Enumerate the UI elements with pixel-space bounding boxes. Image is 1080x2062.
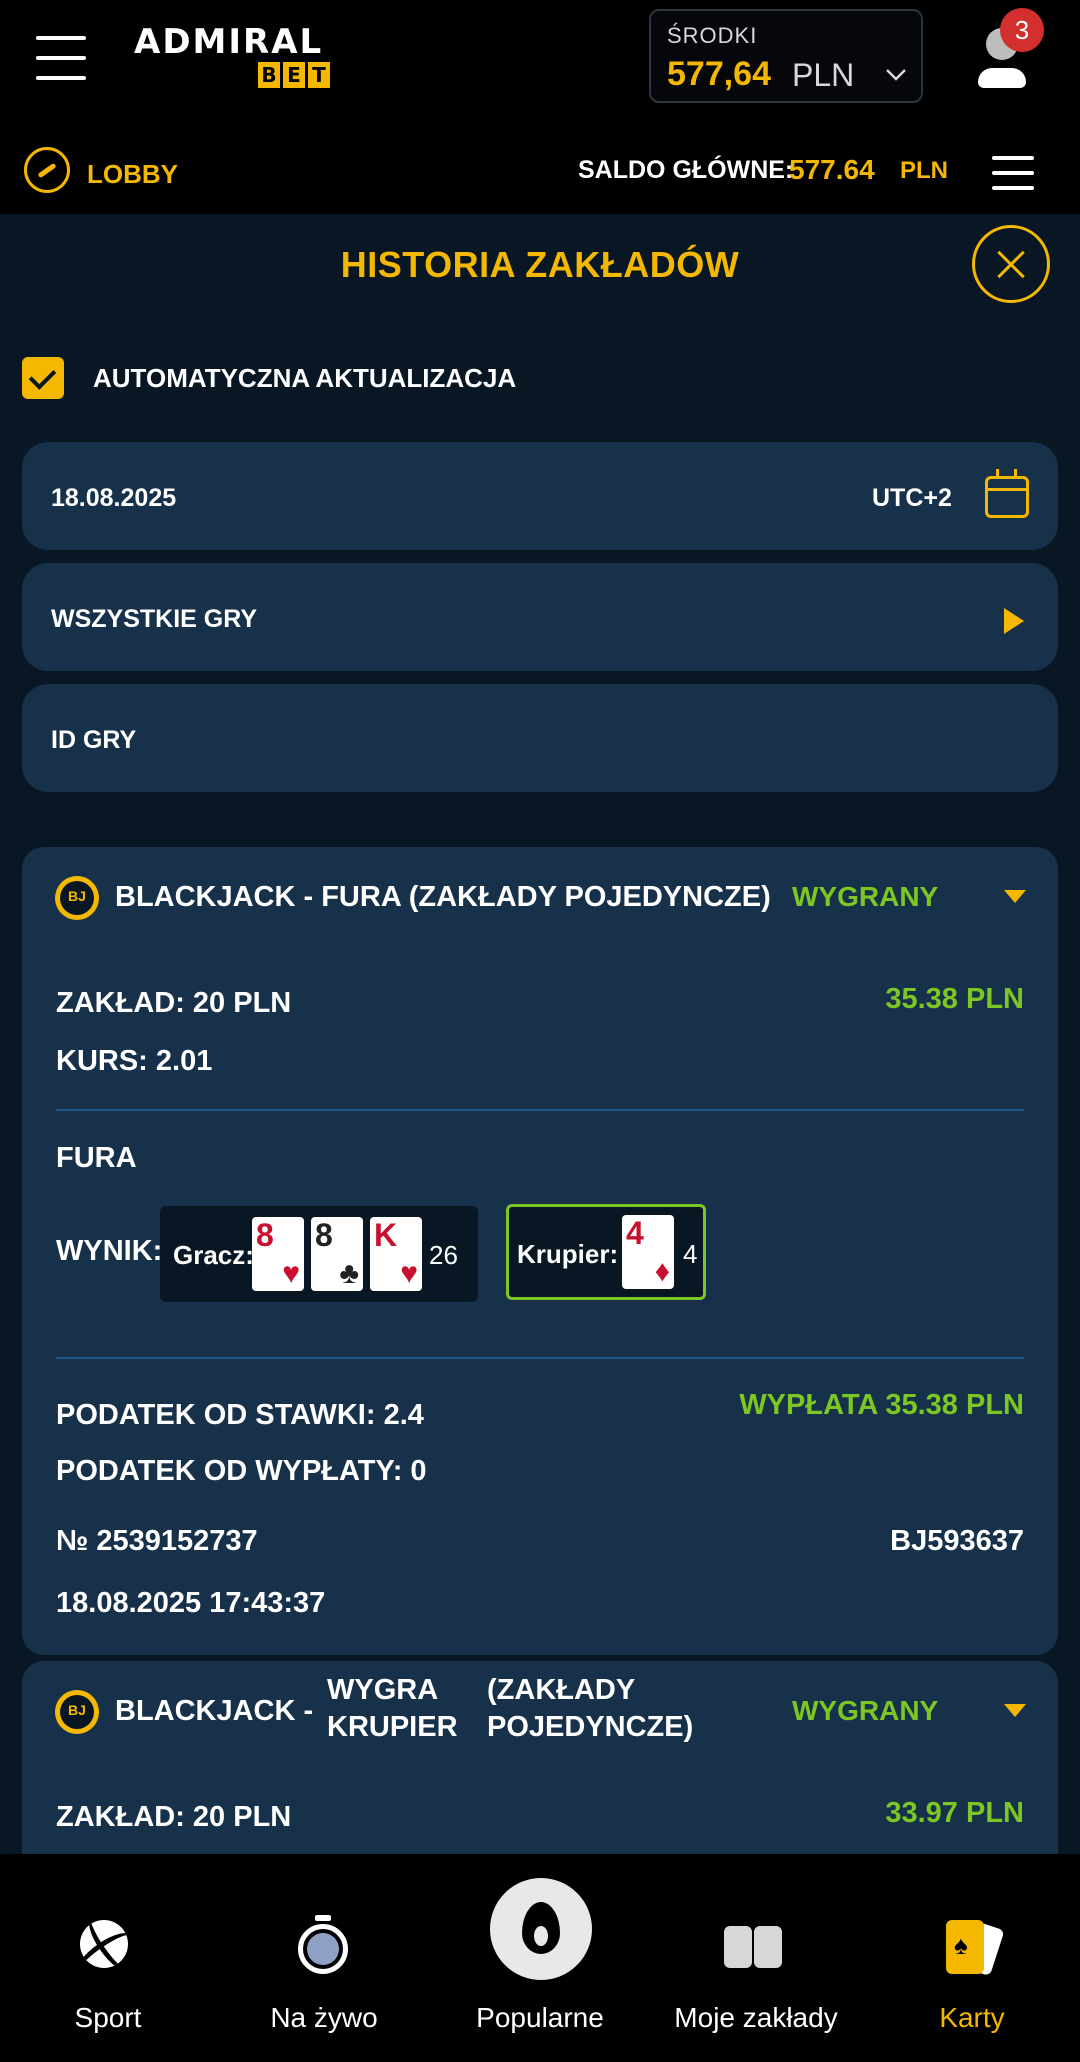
playing-card: 8 ♣ <box>311 1217 363 1291</box>
sport-ball-icon <box>80 1920 128 1968</box>
stopwatch-icon <box>298 1915 348 1974</box>
timezone-label: UTC+2 <box>872 484 952 512</box>
win-amount: 35.38 PLN <box>885 983 1024 1015</box>
tax-stake: PODATEK OD STAWKI: 2.4 <box>56 1399 424 1431</box>
bet-card: BJ BLACKJACK - WYGRA KRUPIER (ZAKŁADY PO… <box>22 1661 1058 1881</box>
nav-label: Popularne <box>476 2002 604 2033</box>
bet-title: BLACKJACK - FURA (ZAKŁADY POJEDYNCZE) <box>115 881 771 913</box>
bet-title-mode-line1: (ZAKŁADY <box>487 1674 636 1706</box>
main-menu-icon[interactable] <box>36 36 86 80</box>
calendar-icon[interactable] <box>985 469 1029 518</box>
round-id: BJ593637 <box>890 1525 1024 1557</box>
bet-title-type-line1: WYGRA <box>327 1674 439 1706</box>
saldo-value: 577.64 <box>789 154 875 185</box>
auto-update-checkbox[interactable] <box>22 357 64 399</box>
ticket-number: № 2539152737 <box>56 1525 258 1557</box>
game-header: LOBBY SALDO GŁÓWNE: 577.64 PLN <box>0 118 1080 214</box>
lobby-icon[interactable] <box>24 147 70 193</box>
nav-live[interactable]: Na żywo <box>216 1854 432 2062</box>
player-label: Gracz: <box>173 1240 254 1270</box>
stake: ZAKŁAD: 20 PLN <box>56 987 292 1019</box>
nav-label: Na żywo <box>270 2002 378 2033</box>
bet-title-mode-line2: POJEDYNCZE) <box>487 1711 694 1743</box>
arrow-right-icon <box>1004 608 1024 634</box>
bet-title-game: BLACKJACK - <box>115 1695 314 1727</box>
lobby-link[interactable]: LOBBY <box>87 159 178 190</box>
flame-icon <box>490 1878 592 1980</box>
logo-text: ADMIRAL <box>134 22 324 62</box>
date-picker-field[interactable]: 18.08.2025 UTC+2 <box>22 442 1058 550</box>
caret-down-icon[interactable] <box>1004 1704 1026 1717</box>
nav-my-bets[interactable]: Moje zakłady <box>648 1854 864 2062</box>
chevron-down-icon <box>886 69 906 81</box>
nav-sport[interactable]: Sport <box>0 1854 216 2062</box>
nav-popular[interactable]: Popularne <box>432 1854 648 2062</box>
player-total: 26 <box>429 1240 458 1270</box>
nav-label: Karty <box>939 2002 1005 2033</box>
nav-cards[interactable]: Karty <box>864 1854 1080 2062</box>
funds-label: ŚRODKI <box>667 23 758 48</box>
dealer-hand: Krupier: 4 ♦ 4 <box>506 1204 706 1300</box>
game-menu-icon[interactable] <box>992 156 1034 190</box>
funds-dropdown[interactable]: ŚRODKI 577,64 PLN <box>649 9 923 103</box>
dealer-label: Krupier: <box>517 1239 619 1269</box>
divider <box>56 1357 1024 1359</box>
result-label: WYNIK: <box>56 1235 163 1267</box>
notification-badge[interactable]: 3 <box>1000 8 1044 52</box>
bet-type: FURA <box>56 1142 137 1174</box>
cards-icon <box>942 1919 1005 1977</box>
payout-amount: WYPŁATA 35.38 PLN <box>739 1389 1024 1421</box>
divider <box>56 1109 1024 1111</box>
playing-card: 4 ♦ <box>622 1215 674 1289</box>
close-button[interactable] <box>972 225 1050 303</box>
game-id-placeholder: ID GRY <box>51 726 137 754</box>
bet-timestamp: 18.08.2025 17:43:37 <box>56 1587 326 1619</box>
funds-currency: PLN <box>792 57 855 93</box>
funds-amount: 577,64 <box>667 55 771 93</box>
odds: KURS: 2.01 <box>56 1045 213 1077</box>
bet-title-type-line2: KRUPIER <box>327 1711 458 1743</box>
logo-bet: B E T <box>258 62 330 88</box>
admiral-bet-logo[interactable]: ADMIRAL B E T <box>134 22 334 92</box>
games-filter-select[interactable]: WSZYSTKIE GRY <box>22 563 1058 671</box>
bet-status: WYGRANY <box>792 1695 939 1726</box>
win-amount: 33.97 PLN <box>885 1797 1024 1829</box>
stake: ZAKŁAD: 20 PLN <box>56 1801 292 1833</box>
auto-update-label[interactable]: AUTOMATYCZNA AKTUALIZACJA <box>93 363 516 394</box>
player-hand: Gracz: 8 ♥ 8 ♣ K ♥ 26 <box>160 1206 478 1302</box>
games-filter-value: WSZYSTKIE GRY <box>51 605 258 633</box>
blackjack-icon: BJ <box>55 876 99 920</box>
bottom-navigation: Sport Na żywo Popularne Moje zakłady Kar… <box>0 1854 1080 2062</box>
top-bar: ADMIRAL B E T ŚRODKI 577,64 PLN 3 <box>0 0 1080 118</box>
playing-card: K ♥ <box>370 1217 422 1291</box>
game-id-input[interactable]: ID GRY <box>22 684 1058 792</box>
nav-label: Moje zakłady <box>674 2002 838 2033</box>
blackjack-icon: BJ <box>55 1690 99 1734</box>
bet-status: WYGRANY <box>792 881 939 912</box>
nav-label: Sport <box>74 2002 142 2033</box>
dealer-total: 4 <box>683 1239 698 1269</box>
date-value: 18.08.2025 <box>51 484 177 512</box>
caret-down-icon[interactable] <box>1004 890 1026 903</box>
tax-payout: PODATEK OD WYPŁATY: 0 <box>56 1455 427 1487</box>
playing-card: 8 ♥ <box>252 1217 304 1291</box>
saldo-label: SALDO GŁÓWNE: <box>578 156 794 184</box>
saldo-currency: PLN <box>900 157 948 184</box>
page-title: HISTORIA ZAKŁADÓW <box>340 244 740 285</box>
tickets-icon <box>724 1926 782 1968</box>
